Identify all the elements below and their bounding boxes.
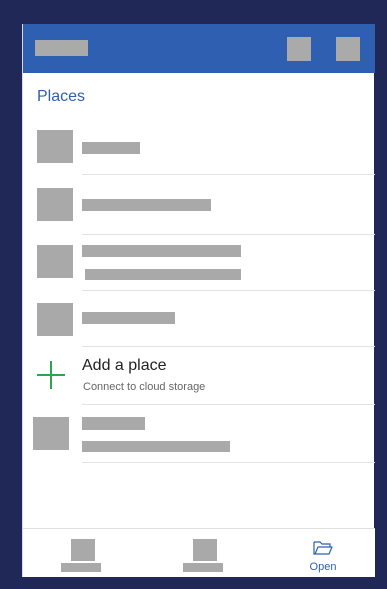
add-place-subtitle: Connect to cloud storage <box>83 381 206 393</box>
nav-icon-placeholder-1[interactable] <box>71 539 95 561</box>
header-action-placeholder-1[interactable] <box>287 37 311 61</box>
divider <box>82 404 375 405</box>
open-button[interactable]: Open <box>303 535 343 575</box>
divider <box>82 174 375 175</box>
place-icon-placeholder <box>37 303 73 336</box>
header-title-placeholder <box>35 40 88 56</box>
place-icon-placeholder <box>37 130 73 163</box>
app-header <box>23 24 375 73</box>
place-icon-placeholder <box>33 417 69 450</box>
app-screen: Places Add a place Connect to cloud stor… <box>22 24 375 577</box>
nav-label-placeholder-2 <box>183 563 223 572</box>
divider <box>82 234 375 235</box>
divider <box>82 290 375 291</box>
place-label-placeholder <box>82 142 140 154</box>
nav-label-placeholder-1 <box>61 563 101 572</box>
divider <box>82 462 375 463</box>
place-icon-placeholder <box>37 188 73 221</box>
add-icon[interactable] <box>37 361 65 389</box>
bottom-nav: Open <box>23 528 375 577</box>
add-place-title[interactable]: Add a place <box>82 357 167 375</box>
folder-open-icon <box>313 541 333 555</box>
open-label: Open <box>309 561 337 573</box>
place-sublabel-placeholder <box>82 441 230 452</box>
place-icon-placeholder <box>37 245 73 278</box>
place-label-placeholder <box>82 417 145 430</box>
places-heading: Places <box>37 88 86 105</box>
divider <box>82 346 375 347</box>
place-label-placeholder <box>82 199 211 211</box>
nav-icon-placeholder-2[interactable] <box>193 539 217 561</box>
header-action-placeholder-2[interactable] <box>336 37 360 61</box>
place-sublabel-placeholder <box>85 269 241 280</box>
place-label-placeholder <box>82 245 241 257</box>
place-label-placeholder <box>82 312 175 324</box>
